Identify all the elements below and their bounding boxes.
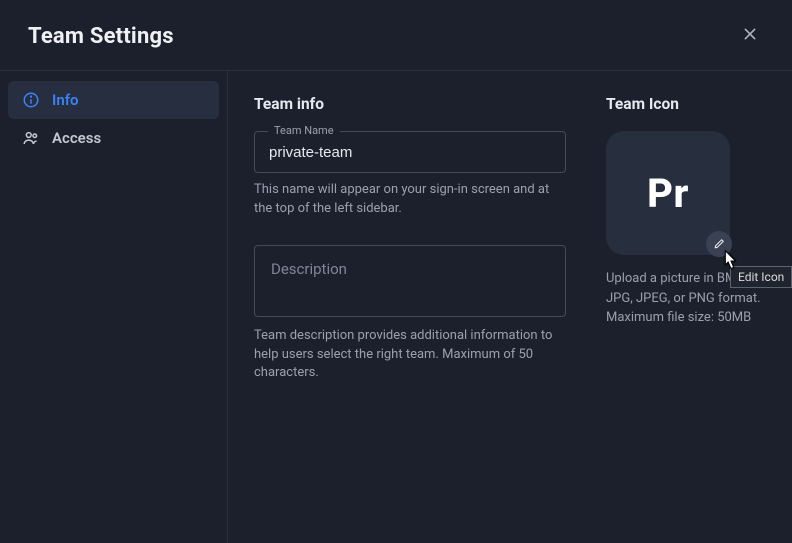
team-name-input[interactable] — [254, 131, 566, 173]
team-name-label: Team Name — [268, 124, 340, 137]
section-title-team-info: Team info — [254, 95, 566, 113]
team-name-helper: This name will appear on your sign-in sc… — [254, 181, 566, 219]
team-description-helper: Team description provides additional inf… — [254, 327, 566, 384]
team-settings-dialog: Team Settings Info Access T — [0, 0, 792, 543]
sidebar-item-label: Access — [52, 129, 101, 147]
close-icon — [742, 26, 758, 46]
team-icon-preview-wrap: Pr — [606, 131, 730, 255]
dialog-header: Team Settings — [0, 0, 792, 70]
settings-main: Team info Team Name This name will appea… — [228, 70, 792, 543]
close-button[interactable] — [736, 22, 764, 50]
edit-icon-tooltip: Edit Icon — [730, 266, 792, 288]
users-icon — [22, 129, 40, 147]
team-description-field — [254, 245, 566, 321]
team-description-input[interactable] — [254, 245, 566, 317]
pencil-icon — [713, 235, 726, 254]
section-title-team-icon: Team Icon — [606, 95, 766, 113]
team-icon-initials: Pr — [647, 170, 689, 217]
team-name-field: Team Name — [254, 131, 566, 173]
sidebar-item-access[interactable]: Access — [8, 119, 219, 157]
info-icon — [22, 91, 40, 109]
settings-sidebar: Info Access — [0, 70, 228, 543]
dialog-title: Team Settings — [28, 24, 174, 49]
edit-icon-button[interactable] — [706, 231, 732, 257]
sidebar-item-info[interactable]: Info — [8, 81, 219, 119]
sidebar-item-label: Info — [52, 91, 79, 109]
